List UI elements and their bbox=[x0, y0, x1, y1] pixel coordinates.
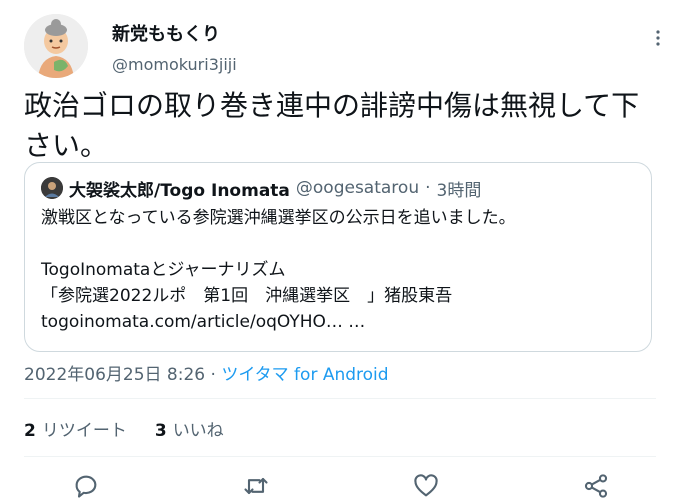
likes-stat[interactable]: 3 いいね bbox=[155, 421, 224, 441]
like-icon[interactable] bbox=[412, 472, 440, 500]
author-handle[interactable]: @momokuri3jiji bbox=[112, 55, 237, 74]
author-display-name[interactable]: 新党ももくり bbox=[112, 20, 220, 46]
author-avatar[interactable] bbox=[24, 14, 88, 78]
quoted-author-name: 大袈裟太郎/Togo Inomata bbox=[69, 180, 290, 201]
divider-bottom bbox=[24, 456, 656, 457]
cartoon-avatar-icon bbox=[24, 14, 88, 78]
tweet-timestamp[interactable]: 2022年06月25日 8:26 bbox=[24, 365, 205, 385]
reply-icon[interactable] bbox=[72, 472, 100, 500]
more-options-icon[interactable] bbox=[648, 28, 668, 48]
share-icon[interactable] bbox=[582, 472, 610, 500]
quoted-time-ago: 3時間 bbox=[436, 180, 482, 201]
tweet-client-link[interactable]: ツイタマ for Android bbox=[221, 365, 388, 385]
retweets-stat[interactable]: 2 リツイート bbox=[24, 421, 127, 441]
retweets-count: 2 bbox=[24, 421, 36, 441]
quoted-author-avatar bbox=[41, 177, 63, 199]
quoted-separator: · bbox=[425, 178, 431, 198]
quoted-tweet-text: 激戦区となっている参院選沖縄選挙区の公示日を追いました。 TogoInomata… bbox=[41, 208, 516, 332]
likes-count: 3 bbox=[154, 421, 167, 441]
likes-label: いいね bbox=[172, 421, 224, 441]
retweets-label: リツイート bbox=[41, 421, 127, 441]
quoted-tweet-card[interactable]: 大袈裟太郎/Togo Inomata @oogesatarou · 3時間 激戦… bbox=[24, 162, 652, 352]
meta-separator: · bbox=[210, 365, 216, 385]
retweet-icon[interactable] bbox=[242, 472, 270, 500]
tweet-stats: 2 リツイート 3 いいね bbox=[24, 416, 224, 441]
tweet-meta: 2022年06月25日 8:26 · ツイタマ for Android bbox=[24, 360, 389, 385]
quoted-tweet-header: 大袈裟太郎/Togo Inomata @oogesatarou · 3時間 bbox=[41, 176, 482, 201]
divider-top bbox=[24, 398, 656, 399]
quoted-author-handle: @oogesatarou bbox=[295, 178, 420, 198]
tweet-text: 政治ゴロの取り巻き連中の誹謗中傷は無視して下さい。 bbox=[24, 89, 640, 162]
action-bar bbox=[0, 472, 680, 502]
